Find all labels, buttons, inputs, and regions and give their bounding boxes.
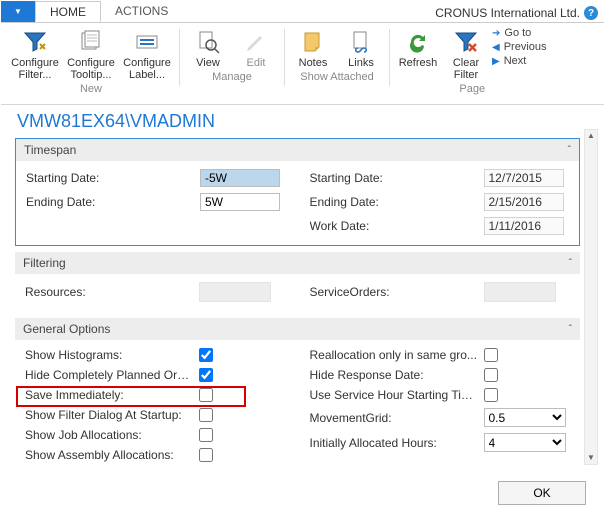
tooltip-icon [78, 29, 104, 55]
goto-link[interactable]: ➔ Go to [492, 27, 547, 39]
arrow-right-small-icon: ▶ [492, 56, 500, 67]
notes-button[interactable]: Notes [289, 27, 337, 69]
goto-label: Go to [504, 27, 531, 39]
hide-planned-label: Hide Completely Planned Ord... [25, 368, 193, 382]
next-link[interactable]: ▶ Next [492, 55, 547, 67]
app-menu-dropdown[interactable]: ▼ [1, 1, 35, 22]
show-assembly-alloc-checkbox[interactable] [199, 448, 213, 462]
hide-response-date-checkbox[interactable] [484, 368, 498, 382]
realloc-same-group-checkbox[interactable] [484, 348, 498, 362]
ending-date-left-input[interactable] [200, 193, 280, 211]
work-date-label: Work Date: [310, 219, 478, 233]
note-icon [300, 29, 326, 55]
notes-label: Notes [299, 57, 328, 69]
magnifier-page-icon [195, 29, 221, 55]
show-histograms-label: Show Histograms: [25, 348, 193, 362]
edit-label: Edit [247, 57, 266, 69]
initially-alloc-label: Initially Allocated Hours: [310, 436, 478, 450]
starting-date-left-input[interactable] [200, 169, 280, 187]
arrow-right-icon: ➔ [492, 28, 500, 39]
tab-home[interactable]: HOME [35, 1, 101, 22]
ribbon-group-attached-label: Show Attached [300, 69, 373, 83]
configure-label-button[interactable]: Configure Label... [119, 27, 175, 81]
page-title: VMW81EX64\VMADMIN [17, 111, 580, 132]
use-service-hour-label: Use Service Hour Starting Tim... [310, 388, 478, 402]
configure-filter-label: Configure Filter... [9, 57, 61, 81]
view-button[interactable]: View [184, 27, 232, 69]
ribbon-group-manage-label: Manage [212, 69, 252, 83]
show-filter-dialog-checkbox[interactable] [199, 408, 213, 422]
service-orders-label: ServiceOrders: [310, 285, 478, 299]
show-job-alloc-label: Show Job Allocations: [25, 428, 193, 442]
movement-grid-label: MovementGrid: [310, 411, 478, 425]
resources-label: Resources: [25, 285, 193, 299]
label-icon [134, 29, 160, 55]
ending-date-right-label: Ending Date: [310, 195, 478, 209]
show-job-alloc-checkbox[interactable] [199, 428, 213, 442]
vertical-scrollbar[interactable]: ▲ ▼ [584, 129, 598, 465]
show-filter-dialog-label: Show Filter Dialog At Startup: [25, 408, 193, 422]
general-options-header: General Options [23, 322, 110, 336]
ending-date-left-label: Ending Date: [26, 195, 194, 209]
ok-button[interactable]: OK [498, 481, 586, 505]
service-orders-filter-input[interactable] [484, 282, 556, 302]
starting-date-left-label: Starting Date: [26, 171, 194, 185]
configure-filter-button[interactable]: Configure Filter... [7, 27, 63, 81]
previous-label: Previous [504, 41, 547, 53]
refresh-button[interactable]: Refresh [394, 27, 442, 69]
clear-filter-button[interactable]: Clear Filter [442, 27, 490, 81]
collapse-icon[interactable]: ˆ [568, 145, 571, 156]
work-date-value: 1/11/2016 [484, 217, 564, 235]
ribbon-group-page-label: Page [459, 81, 485, 95]
refresh-label: Refresh [399, 57, 438, 69]
configure-label-label: Configure Label... [121, 57, 173, 81]
use-service-hour-checkbox[interactable] [484, 388, 498, 402]
timespan-header: Timespan [24, 143, 76, 157]
help-icon[interactable]: ? [584, 6, 598, 20]
company-label: CRONUS International Ltd. [435, 6, 580, 20]
save-immediately-label: Save Immediately: [25, 388, 193, 402]
funnel-icon [22, 29, 48, 55]
tab-actions[interactable]: ACTIONS [101, 1, 182, 22]
links-button[interactable]: Links [337, 27, 385, 69]
arrow-left-icon: ◀ [492, 42, 500, 53]
realloc-same-group-label: Reallocation only in same gro... [310, 348, 478, 362]
starting-date-right-label: Starting Date: [310, 171, 478, 185]
scroll-up-icon[interactable]: ▲ [587, 130, 595, 142]
starting-date-right-value: 12/7/2015 [484, 169, 564, 187]
link-icon [348, 29, 374, 55]
configure-tooltip-label: Configure Tooltip... [65, 57, 117, 81]
clear-filter-label: Clear Filter [444, 57, 488, 81]
resources-filter-input[interactable] [199, 282, 271, 302]
filtering-header: Filtering [23, 256, 66, 270]
ribbon-group-new-label: New [80, 81, 102, 95]
configure-tooltip-button[interactable]: Configure Tooltip... [63, 27, 119, 81]
clear-filter-icon [453, 29, 479, 55]
ending-date-right-value: 2/15/2016 [484, 193, 564, 211]
previous-link[interactable]: ◀ Previous [492, 41, 547, 53]
view-label: View [196, 57, 220, 69]
refresh-icon [405, 29, 431, 55]
show-assembly-alloc-label: Show Assembly Allocations: [25, 448, 193, 462]
movement-grid-select[interactable]: 0.5 [484, 408, 566, 427]
pencil-icon [243, 29, 269, 55]
save-immediately-checkbox[interactable] [199, 388, 213, 402]
links-label: Links [348, 57, 374, 69]
initially-alloc-select[interactable]: 4 [484, 433, 566, 452]
show-histograms-checkbox[interactable] [199, 348, 213, 362]
collapse-icon[interactable]: ˆ [569, 258, 572, 269]
hide-response-date-label: Hide Response Date: [310, 368, 478, 382]
scroll-down-icon[interactable]: ▼ [587, 452, 595, 464]
edit-button: Edit [232, 27, 280, 69]
next-label: Next [504, 55, 527, 67]
collapse-icon[interactable]: ˆ [569, 324, 572, 335]
hide-planned-checkbox[interactable] [199, 368, 213, 382]
